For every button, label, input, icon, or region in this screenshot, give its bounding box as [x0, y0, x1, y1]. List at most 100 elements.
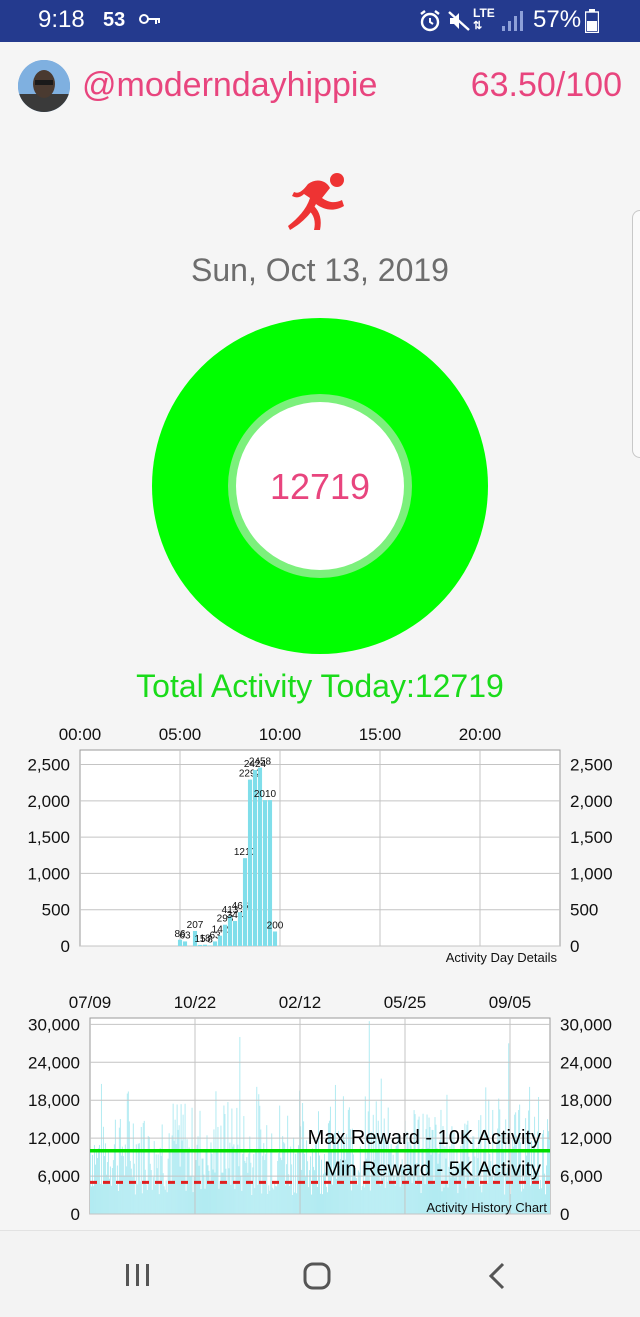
chart2-day-bar	[360, 1190, 362, 1214]
chart2-day-bar	[122, 1156, 124, 1214]
chart2-day-bar	[171, 1135, 173, 1214]
chart1-bar	[212, 941, 218, 946]
chart2-day-bar	[188, 1147, 190, 1214]
chart2-day-bar	[133, 1163, 135, 1214]
chart2-day-bar	[163, 1186, 165, 1214]
chart2-day-bar	[364, 1096, 366, 1214]
chart2-day-bar	[305, 1176, 307, 1214]
chart2-day-bar	[369, 1190, 371, 1214]
chart1-y-tick-right: 1,500	[570, 828, 613, 847]
chart2-day-bar	[126, 1093, 128, 1214]
chart2-day-bar	[257, 1184, 259, 1214]
chart1-y-tick-right: 2,000	[570, 792, 613, 811]
chart2-day-bar	[243, 1116, 245, 1214]
chart2-day-bar	[342, 1096, 344, 1214]
chart1-y-tick-right: 2,500	[570, 756, 613, 775]
avatar[interactable]	[18, 60, 70, 112]
chart2-day-bar	[201, 1158, 203, 1214]
chart2-day-bar	[267, 1194, 269, 1214]
chart1-data-label: 200	[267, 920, 284, 931]
chart2-day-bar	[222, 1172, 224, 1214]
chart2-day-bar	[195, 1160, 197, 1214]
chart2-day-bar	[423, 1174, 425, 1214]
chart2-day-bar	[281, 1160, 283, 1214]
chart2-day-bar	[211, 1153, 213, 1214]
chart2-day-bar	[394, 1185, 396, 1214]
chart2-day-bar	[250, 1162, 252, 1214]
chart1-bar	[232, 921, 238, 946]
chart2-day-bar	[259, 1105, 261, 1214]
chart2-day-bar	[283, 1142, 285, 1214]
chart2-day-bar	[184, 1103, 186, 1214]
home-button[interactable]	[302, 1261, 332, 1291]
chart2-y-tick-right: 6,000	[560, 1167, 603, 1186]
chart2-day-bar	[91, 1154, 93, 1214]
chart2-day-bar	[209, 1181, 211, 1214]
chart1-y-tick-left: 2,000	[27, 792, 70, 811]
chart2-day-bar	[226, 1181, 228, 1214]
chart2-day-bar	[196, 1144, 198, 1214]
chart2-y-tick-left: 12,000	[28, 1129, 80, 1148]
chart2-day-bar	[124, 1144, 126, 1214]
lte-indicator: LTE ⇅	[473, 6, 495, 32]
chart2-day-bar	[230, 1184, 232, 1214]
chart2-day-bar	[176, 1104, 178, 1214]
reputation-score: 63.50/100	[470, 66, 622, 104]
chart2-day-bar	[234, 1189, 236, 1214]
chart2-day-bar	[319, 1155, 320, 1214]
chart2-day-bar	[123, 1175, 125, 1214]
chart2-day-bar	[150, 1170, 152, 1214]
chart2-day-bar	[538, 1097, 540, 1214]
chart2-day-bar	[99, 1183, 101, 1214]
side-drawer-handle[interactable]	[632, 210, 640, 458]
chart1-x-tick: 05:00	[159, 725, 202, 744]
recent-apps-button[interactable]	[124, 1262, 152, 1288]
chart2-x-tick: 07/09	[69, 993, 112, 1012]
status-time: 9:18	[38, 6, 85, 33]
chart1-data-label: 2010	[254, 789, 277, 800]
chart1-bar	[242, 858, 248, 946]
navigation-bar	[0, 1230, 640, 1317]
chart2-day-bar	[148, 1137, 150, 1214]
chart1-y-tick-right: 500	[570, 901, 598, 920]
key-icon	[139, 14, 160, 24]
chart1-y-tick-right: 0	[570, 937, 579, 956]
chart2-day-bar	[228, 1168, 230, 1214]
chart2-description: Activity History Chart	[426, 1200, 547, 1215]
chart2-day-bar	[101, 1184, 103, 1214]
chart2-day-bar	[227, 1102, 229, 1214]
chart2-day-bar	[271, 1133, 273, 1214]
chart2-day-bar	[220, 1125, 222, 1214]
notification-count: 53	[103, 9, 126, 31]
chart2-day-bar	[297, 1151, 299, 1214]
chart2-day-bar	[310, 1156, 312, 1214]
chart2-day-bar	[172, 1103, 174, 1214]
chart2-day-bar	[109, 1166, 111, 1214]
chart2-day-bar	[119, 1119, 121, 1214]
chart2-day-bar	[420, 1193, 422, 1214]
username[interactable]: @moderndayhippie	[82, 66, 377, 105]
chart2-day-bar	[142, 1122, 144, 1214]
chart2-day-bar	[254, 1188, 256, 1214]
chart2-day-bar	[145, 1184, 147, 1214]
chart2-day-bar	[379, 1185, 381, 1214]
activity-history-chart: 07/09 10/22 02/12 05/25 09/05 30,000 30,000 24,…	[28, 993, 612, 1224]
chart2-day-bar	[207, 1165, 209, 1214]
chart2-day-bar	[105, 1174, 107, 1214]
chart2-y-tick-left: 30,000	[28, 1015, 80, 1034]
chart2-day-bar	[134, 1194, 136, 1214]
chart2-day-bar	[125, 1166, 127, 1214]
chart2-y-tick-right: 30,000	[560, 1015, 612, 1034]
activity-day-details-chart: 00:00 05:00 10:00 15:00 20:00 2,500 2,500 2,000…	[27, 725, 613, 965]
chart2-day-bar	[223, 1105, 225, 1214]
chart2-y-tick-right: 18,000	[560, 1091, 612, 1110]
chart1-data-label: 2458	[249, 757, 272, 768]
chart2-day-bar	[225, 1168, 227, 1214]
chart2-day-bar	[298, 1145, 300, 1214]
activity-date: Sun, Oct 13, 2019	[191, 252, 449, 288]
chart2-day-bar	[446, 1094, 448, 1214]
chart2-day-bar	[238, 1166, 240, 1214]
chart2-day-bar	[224, 1113, 226, 1214]
back-button[interactable]	[486, 1261, 508, 1291]
chart2-day-bar	[168, 1133, 170, 1214]
